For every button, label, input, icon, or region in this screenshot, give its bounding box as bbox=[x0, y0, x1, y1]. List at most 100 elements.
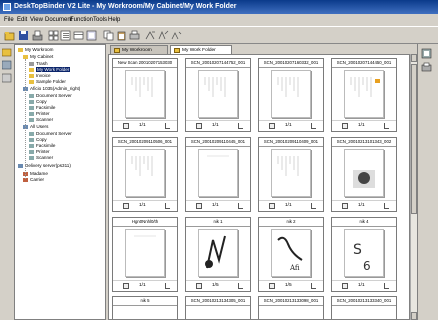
page-icon[interactable] bbox=[269, 203, 275, 209]
expand-icon[interactable] bbox=[384, 203, 389, 209]
tool-icon[interactable] bbox=[171, 30, 182, 41]
page-thumbnail bbox=[271, 70, 311, 118]
document-card[interactable]: SCN_20010213133098_001 bbox=[258, 296, 324, 319]
print-icon[interactable] bbox=[129, 30, 140, 41]
page-count: 1/1 bbox=[358, 203, 365, 208]
document-card[interactable]: nik 1 1/5 bbox=[185, 217, 251, 292]
tree-node-label: Madame bbox=[30, 171, 48, 176]
expand-icon[interactable] bbox=[311, 283, 316, 289]
page-icon[interactable] bbox=[269, 123, 275, 129]
menu-view[interactable]: View bbox=[30, 14, 43, 26]
tree-node[interactable]: My Workroom bbox=[18, 47, 54, 53]
document-card[interactable]: nik 4 S 6 1/1 bbox=[331, 217, 397, 292]
page-icon[interactable] bbox=[123, 203, 129, 209]
document-card[interactable]: Hgn0Nnhl0/th 1/1 bbox=[112, 217, 178, 292]
document-name: SCN_20010213133340_001 bbox=[332, 297, 396, 306]
tree-node-label: Copy bbox=[36, 137, 47, 142]
tree-node-label: My Work Folder bbox=[36, 67, 71, 72]
tree-node[interactable]: My Cabinet bbox=[23, 54, 53, 60]
page-count: 1/1 bbox=[358, 283, 365, 288]
tree-node-label: Copy bbox=[36, 99, 47, 104]
tree-node-label: Scanner bbox=[36, 117, 54, 122]
document-card[interactable]: SCN_20010207144752_001 1/1 bbox=[185, 58, 251, 132]
page-icon[interactable] bbox=[342, 123, 348, 129]
page-icon[interactable] bbox=[123, 283, 129, 289]
page-icon[interactable] bbox=[196, 203, 202, 209]
page-icon[interactable] bbox=[196, 283, 202, 289]
page-thumbnail: Afi bbox=[271, 229, 311, 277]
menu-file[interactable]: File bbox=[4, 14, 14, 26]
page-count: 1/5 bbox=[285, 283, 292, 288]
printer-icon bbox=[29, 150, 34, 154]
shortcut-strip bbox=[0, 44, 14, 320]
document-card[interactable]: SCN_20010207160332_001 1/1 bbox=[258, 58, 324, 132]
expand-icon[interactable] bbox=[311, 203, 316, 209]
document-card[interactable]: nik 5 bbox=[112, 296, 178, 319]
document-card[interactable]: SCN_20010213134305_001 bbox=[185, 296, 251, 319]
document-card[interactable]: nik 2 Afi 1/5 bbox=[258, 217, 324, 292]
document-card[interactable]: SCN_20010213133340_001 bbox=[331, 296, 397, 319]
scan-icon[interactable] bbox=[32, 30, 43, 41]
thumbnail-icon[interactable] bbox=[86, 30, 97, 41]
document-footer: 1/1 bbox=[113, 120, 177, 131]
panel-document-icon[interactable] bbox=[421, 48, 434, 59]
menu-edit[interactable]: Edit bbox=[17, 14, 27, 26]
tree-node-label: Document Server bbox=[36, 93, 72, 98]
expand-icon[interactable] bbox=[165, 123, 170, 129]
copy-icon[interactable] bbox=[103, 30, 114, 41]
vertical-scrollbar[interactable] bbox=[410, 54, 417, 320]
document-card[interactable]: SCN_20010207144450_001 1/1 bbox=[331, 58, 397, 132]
expand-icon[interactable] bbox=[165, 283, 170, 289]
expand-icon[interactable] bbox=[311, 123, 316, 129]
convert-icon[interactable] bbox=[158, 30, 169, 41]
document-name: SCN_20010209110409_001 bbox=[259, 138, 323, 147]
panel-scanner-icon[interactable] bbox=[421, 62, 434, 73]
expand-icon[interactable] bbox=[238, 283, 243, 289]
tree-node-label: Document Server bbox=[36, 131, 72, 136]
document-footer: 1/1 bbox=[186, 120, 250, 131]
menu-bar: File Edit View Document Function Tools H… bbox=[0, 14, 438, 26]
page-icon[interactable] bbox=[123, 123, 129, 129]
document-card[interactable]: New Scan 20010207153030 1/1 bbox=[112, 58, 178, 132]
tab-my-work-folder[interactable]: My Work Folder bbox=[170, 45, 232, 54]
tree-node[interactable]: Aficio 1035(Admin_right) bbox=[23, 86, 80, 92]
tree-node-label: Carrier bbox=[30, 177, 45, 182]
expand-icon[interactable] bbox=[384, 123, 389, 129]
view-detail-icon[interactable] bbox=[73, 30, 84, 41]
workroom-icon bbox=[114, 48, 120, 53]
side-panel bbox=[417, 44, 438, 320]
expand-icon[interactable] bbox=[238, 203, 243, 209]
expand-icon[interactable] bbox=[238, 123, 243, 129]
window-title: DeskTopBinder V2 Lite - My Workroom/My C… bbox=[14, 3, 237, 10]
view-list-icon[interactable] bbox=[60, 30, 71, 41]
expand-icon[interactable] bbox=[165, 203, 170, 209]
tree-node-label: Sample Folder bbox=[36, 79, 66, 84]
document-card[interactable]: SCN_20010209110409_001 1/1 bbox=[258, 137, 324, 212]
expand-icon[interactable] bbox=[384, 283, 389, 289]
tab-my-workroom[interactable]: My Workroom bbox=[110, 45, 168, 54]
document-card[interactable]: SCN_20010209110506_001 1/1 bbox=[112, 137, 178, 212]
menu-document[interactable]: Document bbox=[45, 14, 72, 26]
new-folder-icon[interactable] bbox=[4, 30, 15, 41]
menu-tools[interactable]: Tools bbox=[93, 14, 107, 26]
tree-node[interactable]: Scanner bbox=[29, 117, 53, 123]
view-large-icon[interactable] bbox=[48, 30, 59, 41]
page-icon[interactable] bbox=[269, 283, 275, 289]
page-icon[interactable] bbox=[196, 123, 202, 129]
workroom-icon bbox=[18, 48, 23, 52]
page-count: 1/1 bbox=[285, 203, 292, 208]
server-icon bbox=[29, 94, 34, 98]
tree-node[interactable]: Scanner bbox=[29, 155, 53, 161]
tree-node[interactable]: Sample Folder bbox=[29, 79, 66, 85]
save-icon[interactable] bbox=[18, 30, 29, 41]
page-icon[interactable] bbox=[342, 203, 348, 209]
document-footer: 1/1 bbox=[332, 120, 396, 131]
tree-node-label: Trash bbox=[36, 61, 48, 66]
send-icon[interactable] bbox=[145, 30, 156, 41]
page-icon[interactable] bbox=[342, 283, 348, 289]
menu-help[interactable]: Help bbox=[108, 14, 120, 26]
menu-function[interactable]: Function bbox=[70, 14, 93, 26]
document-card[interactable]: SCN_20010209110445_001 1/1 bbox=[185, 137, 251, 212]
document-card[interactable]: SCN_20010213101343_002 1/1 bbox=[331, 137, 397, 212]
paste-icon[interactable] bbox=[116, 30, 127, 41]
